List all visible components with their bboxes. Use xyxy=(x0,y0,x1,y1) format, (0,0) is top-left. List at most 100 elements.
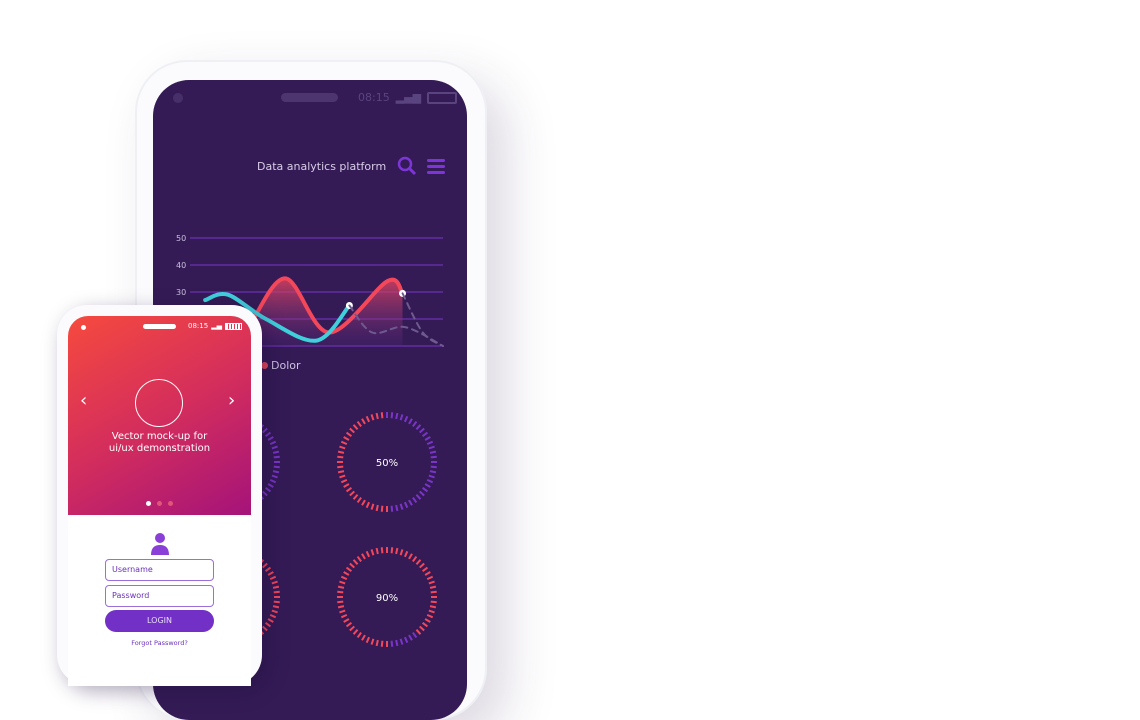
gauge-tick xyxy=(265,622,272,628)
gauge-tick xyxy=(380,412,384,419)
username-input[interactable]: Username xyxy=(105,559,214,581)
gauge-tick xyxy=(349,625,355,632)
gauge-tick xyxy=(380,505,384,512)
gauge-tick xyxy=(337,605,345,609)
gauge-tick xyxy=(265,431,272,437)
speaker xyxy=(143,324,176,329)
gauge-tick xyxy=(337,590,344,594)
chevron-left-icon[interactable]: ‹ xyxy=(80,390,87,411)
gauge-tick xyxy=(412,555,418,562)
gauge-tick xyxy=(340,478,348,484)
gauge-tick xyxy=(269,440,277,446)
gauge-tick xyxy=(370,638,375,645)
gauge-tick xyxy=(343,483,350,488)
gauge-tick xyxy=(361,499,366,506)
gauge-tick xyxy=(430,465,437,469)
signal-icon: ▂▄ xyxy=(211,322,222,330)
gauge-tick xyxy=(399,414,404,421)
gauge-tick xyxy=(419,562,425,569)
gauge-tick xyxy=(375,639,379,647)
gauge-tick xyxy=(430,455,437,459)
gauge-tick xyxy=(337,600,344,604)
gauge-label: 50% xyxy=(376,458,398,469)
gauge-tick xyxy=(272,470,280,474)
y-tick-label: 50 xyxy=(176,234,186,243)
gauge-tick xyxy=(395,639,399,647)
gauge-tick xyxy=(365,636,371,644)
gauge-tick xyxy=(340,613,348,619)
gauge-tick xyxy=(399,503,404,510)
gauge-tick xyxy=(337,470,345,474)
y-tick-label: 30 xyxy=(176,288,186,297)
gauge-tick xyxy=(262,562,268,569)
gauge-tick xyxy=(408,418,413,425)
gauge-tick xyxy=(352,629,359,635)
dot[interactable] xyxy=(168,501,173,506)
gauge-tick xyxy=(395,547,399,555)
gauge-tick xyxy=(403,501,409,509)
dot[interactable] xyxy=(146,501,151,506)
gauge-tick xyxy=(262,490,268,497)
gauge-tick xyxy=(340,575,348,581)
gauge-tick xyxy=(415,629,422,635)
series-line xyxy=(401,292,444,347)
gauge-tick xyxy=(337,455,344,459)
gauge-tick xyxy=(375,547,379,555)
login-phone: 08:15 ▂▄ ‹ › Vector mock-up for ui/ux demo… xyxy=(57,305,262,686)
gauge-tick xyxy=(375,504,379,512)
gauge-tick xyxy=(273,465,280,469)
gauge-tick xyxy=(349,427,355,434)
gauge-tick xyxy=(390,640,394,647)
gauge-tick xyxy=(415,494,422,500)
gauge-tick xyxy=(356,420,362,427)
gauge-tick xyxy=(269,613,277,619)
gauge-tick xyxy=(343,571,350,576)
gauge-tick xyxy=(430,590,437,594)
gauge-tick xyxy=(390,547,394,554)
gauge-tick xyxy=(390,412,394,419)
image-placeholder xyxy=(135,379,183,427)
gauge-tick xyxy=(343,436,350,441)
gauge-tick xyxy=(343,618,350,623)
gauge-tick xyxy=(345,487,352,493)
gauge-tick xyxy=(370,549,375,556)
gauge-tick xyxy=(403,415,409,423)
gauge-tick xyxy=(408,634,413,641)
gauge-tick xyxy=(267,483,274,488)
gauge-tick xyxy=(337,450,345,454)
legend-dot xyxy=(261,362,268,369)
gauge-tick xyxy=(424,618,431,623)
gauge-tick xyxy=(349,490,355,497)
gauge-tick xyxy=(361,553,366,560)
gauge-tick xyxy=(345,566,352,572)
gauge-tick xyxy=(271,445,278,450)
chevron-right-icon[interactable]: › xyxy=(228,390,235,411)
dot[interactable] xyxy=(157,501,162,506)
gauge-tick xyxy=(262,625,268,632)
gauge-tick xyxy=(380,640,384,647)
forgot-password-link[interactable]: Forgot Password? xyxy=(68,639,251,647)
gauge-tick xyxy=(370,414,375,421)
gauge-tick xyxy=(352,559,359,565)
gauge-tick xyxy=(395,504,399,512)
gauge-tick xyxy=(390,505,394,512)
gauge-tick xyxy=(415,559,422,565)
password-input[interactable]: Password xyxy=(105,585,214,607)
gauge-tick xyxy=(428,609,435,614)
login-button[interactable]: LOGIN xyxy=(105,610,214,632)
gauge-tick xyxy=(424,483,431,488)
gauge-tick xyxy=(429,605,437,609)
gauge-tick xyxy=(337,585,345,589)
gauge-tick xyxy=(265,566,272,572)
gauge-tick xyxy=(339,445,346,450)
gauge-tick xyxy=(422,487,429,493)
gauge-tick xyxy=(272,605,280,609)
gauge-tick xyxy=(272,450,280,454)
gauge-tick xyxy=(422,431,429,437)
gauge-tick xyxy=(267,436,274,441)
gauge-tick xyxy=(267,571,274,576)
carousel-dots[interactable] xyxy=(146,501,173,506)
gauge-tick xyxy=(412,497,418,504)
gauge-tick xyxy=(269,575,277,581)
gauge-tick xyxy=(272,585,280,589)
